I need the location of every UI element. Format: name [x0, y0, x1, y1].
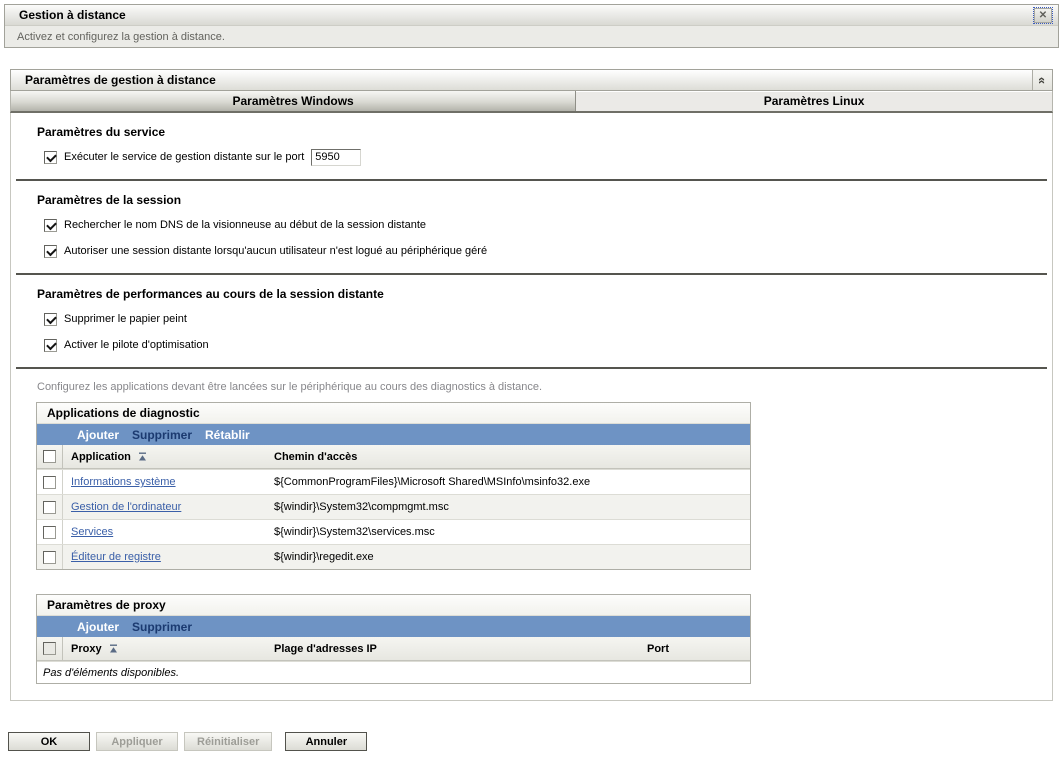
row-select-checkbox[interactable] — [43, 500, 56, 514]
application-path: ${windir}\System32\services.msc — [274, 526, 435, 538]
allow-session-label: Autoriser une session distante lorsqu'au… — [64, 245, 488, 257]
apply-button[interactable]: Appliquer — [96, 732, 178, 751]
dns-lookup-label: Rechercher le nom DNS de la visionneuse … — [64, 219, 426, 231]
proxy-table-header: Proxy Plage d'adresses IP Port — [37, 637, 750, 661]
page-titlebar: Gestion à distance ✕ — [5, 5, 1058, 26]
section-divider — [16, 367, 1047, 369]
optimization-driver-checkbox[interactable] — [44, 338, 57, 352]
column-header-port: Port — [647, 642, 669, 655]
run-service-checkbox[interactable] — [44, 150, 57, 164]
application-link[interactable]: Gestion de l'ordinateur — [71, 501, 181, 513]
section-divider — [16, 273, 1047, 275]
sort-ascending-icon[interactable] — [109, 644, 118, 653]
footer-button-bar: OK Appliquer Réinitialiser Annuler — [8, 732, 1063, 751]
dns-lookup-row: Rechercher le nom DNS de la visionneuse … — [44, 216, 1052, 234]
panel-header: Paramètres de gestion à distance « — [10, 69, 1053, 91]
table-row: Gestion de l'ordinateur ${windir}\System… — [37, 494, 750, 519]
suppress-wallpaper-row: Supprimer le papier peint — [44, 310, 1052, 328]
page-title: Gestion à distance — [19, 8, 126, 22]
allow-session-row: Autoriser une session distante lorsqu'au… — [44, 242, 1052, 260]
diagnostic-table-header: Application Chemin d'accès — [37, 445, 750, 469]
column-header-application[interactable]: Application — [71, 451, 131, 463]
close-icon: ✕ — [1038, 9, 1048, 21]
select-all-checkbox[interactable] — [43, 642, 56, 655]
diagnostic-table-toolbar: Ajouter Supprimer Rétablir — [37, 424, 750, 445]
application-path: ${windir}\regedit.exe — [274, 551, 374, 563]
column-header-path: Chemin d'accès — [274, 450, 358, 463]
page-header: Gestion à distance ✕ Activez et configur… — [4, 4, 1059, 48]
delete-proxy-button[interactable]: Supprimer — [132, 620, 192, 634]
run-service-label: Exécuter le service de gestion distante … — [64, 151, 305, 163]
tab-bar: Paramètres Windows Paramètres Linux — [10, 91, 1053, 113]
application-link[interactable]: Services — [71, 526, 113, 538]
run-service-row: Exécuter le service de gestion distante … — [44, 148, 1052, 166]
application-link[interactable]: Éditeur de registre — [71, 551, 161, 563]
add-application-button[interactable]: Ajouter — [77, 428, 119, 442]
performance-section-heading: Paramètres de performances au cours de l… — [37, 287, 384, 301]
delete-application-button[interactable]: Supprimer — [132, 428, 192, 442]
application-path: ${CommonProgramFiles}\Microsoft Shared\M… — [274, 476, 591, 488]
chevron-double-up-icon: « — [1034, 76, 1050, 84]
application-link[interactable]: Informations système — [71, 476, 176, 488]
proxy-table-toolbar: Ajouter Supprimer — [37, 616, 750, 637]
remote-management-panel: Paramètres de gestion à distance « Param… — [10, 69, 1053, 701]
table-row: Services ${windir}\System32\services.msc — [37, 519, 750, 544]
optimization-driver-row: Activer le pilote d'optimisation — [44, 336, 1052, 354]
tab-parametres-windows[interactable]: Paramètres Windows — [11, 91, 576, 111]
table-row: Informations système ${CommonProgramFile… — [37, 469, 750, 494]
row-select-checkbox[interactable] — [43, 550, 56, 564]
restore-application-button[interactable]: Rétablir — [205, 428, 250, 442]
dns-lookup-checkbox[interactable] — [44, 218, 57, 232]
panel-title: Paramètres de gestion à distance — [25, 73, 216, 87]
reset-button[interactable]: Réinitialiser — [184, 732, 273, 751]
column-header-ip-range: Plage d'adresses IP — [274, 642, 377, 655]
session-section-heading: Paramètres de la session — [37, 193, 182, 207]
suppress-wallpaper-label: Supprimer le papier peint — [64, 313, 187, 325]
column-header-proxy[interactable]: Proxy — [71, 643, 102, 655]
tab-parametres-linux[interactable]: Paramètres Linux — [575, 91, 1052, 111]
panel-body: Paramètres du service Exécuter le servic… — [10, 113, 1053, 701]
diagnostic-applications-table: Applications de diagnostic Ajouter Suppr… — [36, 402, 751, 570]
table-row: Éditeur de registre ${windir}\regedit.ex… — [37, 544, 750, 569]
application-path: ${windir}\System32\compmgmt.msc — [274, 501, 449, 513]
suppress-wallpaper-checkbox[interactable] — [44, 312, 57, 326]
proxy-settings-table: Paramètres de proxy Ajouter Supprimer Pr… — [36, 594, 751, 684]
proxy-table-title: Paramètres de proxy — [37, 595, 750, 616]
section-divider — [16, 179, 1047, 181]
cancel-button[interactable]: Annuler — [285, 732, 368, 751]
port-input[interactable] — [311, 148, 362, 166]
select-all-checkbox[interactable] — [43, 450, 56, 463]
row-select-checkbox[interactable] — [43, 475, 56, 489]
collapse-button[interactable]: « — [1032, 70, 1052, 90]
ok-button[interactable]: OK — [8, 732, 90, 751]
allow-session-checkbox[interactable] — [44, 244, 57, 258]
page-subtitle: Activez et configurez la gestion à dista… — [5, 26, 1058, 47]
service-section-heading: Paramètres du service — [37, 125, 166, 139]
close-button[interactable]: ✕ — [1033, 6, 1053, 24]
empty-table-message: Pas d'éléments disponibles. — [37, 661, 750, 683]
sort-ascending-icon[interactable] — [138, 452, 147, 461]
add-proxy-button[interactable]: Ajouter — [77, 620, 119, 634]
row-select-checkbox[interactable] — [43, 525, 56, 539]
diagnostics-note: Configurez les applications devant être … — [37, 381, 543, 393]
optimization-driver-label: Activer le pilote d'optimisation — [64, 339, 209, 351]
diagnostic-table-title: Applications de diagnostic — [37, 403, 750, 424]
